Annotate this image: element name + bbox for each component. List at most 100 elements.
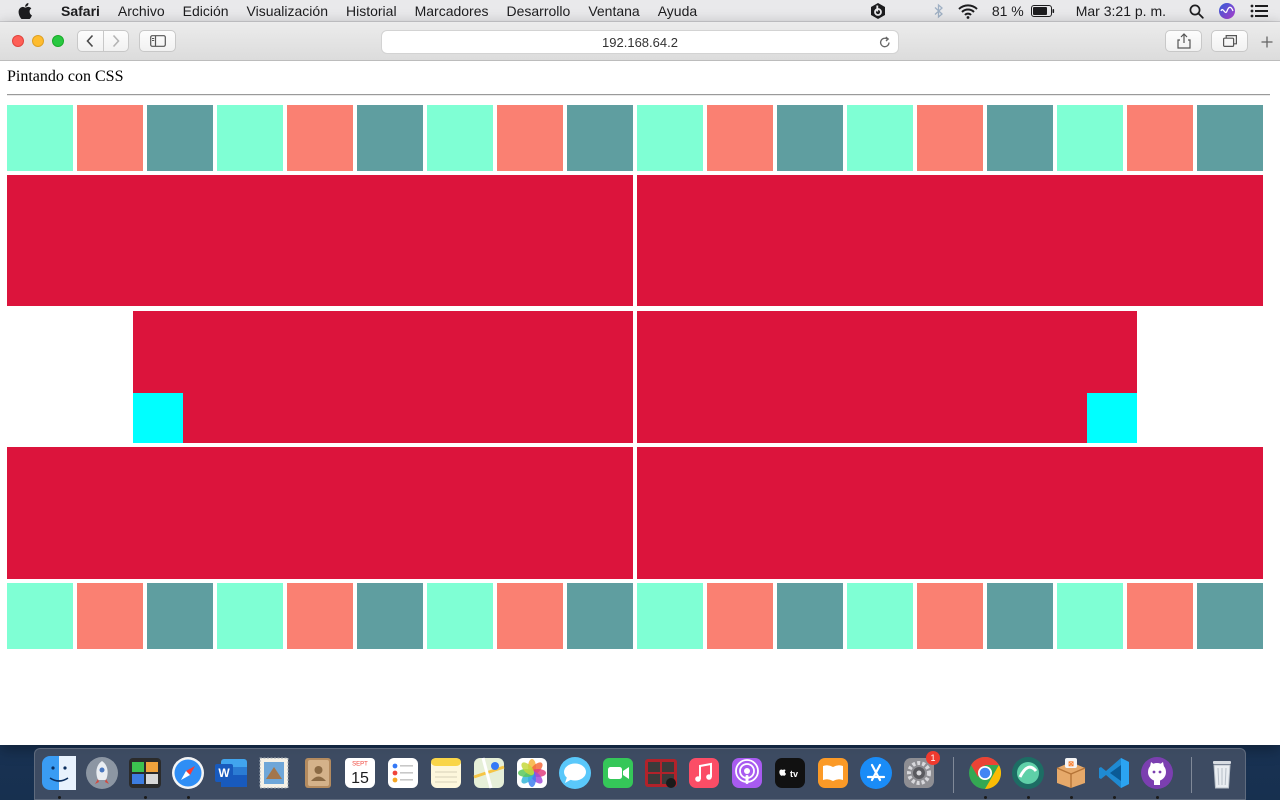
- reminders-icon: [388, 758, 418, 788]
- band-3-right-block: [637, 447, 1263, 579]
- new-tab-button[interactable]: [1257, 32, 1277, 52]
- status-app-hexagon-icon[interactable]: [869, 2, 887, 20]
- sidebar-toggle-button[interactable]: [139, 30, 176, 52]
- back-button[interactable]: [78, 31, 103, 51]
- siri-icon[interactable]: [1218, 2, 1236, 20]
- top-tile-cadetblue: [987, 105, 1053, 171]
- top-tile-cadetblue: [147, 105, 213, 171]
- dock-apple-tv[interactable]: tv: [771, 754, 809, 792]
- sidebar-icon: [149, 35, 166, 47]
- dock-app-store[interactable]: [857, 754, 895, 792]
- dock-vscode[interactable]: [1095, 754, 1133, 792]
- word-icon: W: [215, 759, 247, 787]
- reload-button[interactable]: [877, 34, 893, 50]
- multipass-icon: [1012, 757, 1044, 789]
- menu-edicion[interactable]: Edición: [174, 0, 238, 22]
- menubar-status-area: 81 % Mar 3:21 p. m.: [862, 0, 1280, 22]
- web-page: Pintando con CSS: [0, 61, 1280, 745]
- dock-xampp[interactable]: ⊠: [1052, 754, 1090, 792]
- dock-photo-booth[interactable]: [642, 754, 680, 792]
- wifi-icon[interactable]: [958, 3, 978, 19]
- dock-facetime[interactable]: [599, 754, 637, 792]
- photo-booth-icon: [645, 759, 677, 788]
- address-bar[interactable]: 192.168.64.2: [381, 30, 899, 54]
- dock-contacts[interactable]: [298, 754, 336, 792]
- safari-compass-icon: [172, 757, 204, 789]
- minimize-window-button[interactable]: [32, 35, 44, 47]
- dock-trash[interactable]: [1203, 754, 1241, 792]
- dock-notes[interactable]: [427, 754, 465, 792]
- dock-reminders[interactable]: [384, 754, 422, 792]
- dock-separator-trash: [1191, 757, 1192, 793]
- dock-photos[interactable]: [513, 754, 551, 792]
- address-text[interactable]: 192.168.64.2: [602, 35, 678, 50]
- bluetooth-icon[interactable]: [934, 3, 944, 19]
- activity-monitor-icon: [129, 758, 161, 788]
- menu-desarrollo[interactable]: Desarrollo: [498, 0, 580, 22]
- github-octocat-icon: [1141, 757, 1173, 789]
- dock-finder[interactable]: [40, 754, 78, 792]
- calendar-icon: SEPT 15: [345, 758, 375, 788]
- share-button[interactable]: [1165, 30, 1202, 52]
- podcasts-icon: [732, 758, 762, 788]
- dock-word[interactable]: W: [212, 754, 250, 792]
- page-heading: Pintando con CSS: [7, 68, 124, 85]
- svg-text:⊠: ⊠: [1068, 761, 1074, 768]
- running-indicator-xampp: [1070, 796, 1073, 799]
- facetime-camera-icon: [603, 758, 633, 788]
- menubar-clock[interactable]: Mar 3:21 p. m.: [1076, 3, 1166, 19]
- menu-archivo[interactable]: Archivo: [109, 0, 174, 22]
- dock-launchpad[interactable]: [83, 754, 121, 792]
- top-tile-salmon: [77, 105, 143, 171]
- page-divider: [7, 94, 1270, 96]
- dock-music[interactable]: [685, 754, 723, 792]
- fullscreen-window-button[interactable]: [52, 35, 64, 47]
- system-preferences-badge: 1: [926, 751, 940, 765]
- dock-mail[interactable]: [255, 754, 293, 792]
- dock-multipass[interactable]: [1009, 754, 1047, 792]
- dock-system-preferences[interactable]: 1: [900, 751, 940, 792]
- cyan-square-right: [1087, 393, 1137, 443]
- dock-calendar[interactable]: SEPT 15: [341, 754, 379, 792]
- forward-button[interactable]: [104, 31, 129, 51]
- top-tile-cadetblue: [567, 105, 633, 171]
- maps-icon: [473, 757, 505, 789]
- top-tile-aquamarine: [1057, 105, 1123, 171]
- running-indicator-finder: [58, 796, 61, 799]
- bottom-tile-salmon: [917, 583, 983, 649]
- apple-menu-icon[interactable]: [18, 2, 38, 19]
- menu-app-safari[interactable]: Safari: [52, 0, 109, 22]
- dock-github-desktop[interactable]: [1138, 754, 1176, 792]
- menu-ventana[interactable]: Ventana: [579, 0, 648, 22]
- battery-icon[interactable]: [1030, 5, 1055, 17]
- battery-percent: 81 %: [991, 3, 1024, 19]
- menu-ayuda[interactable]: Ayuda: [649, 0, 706, 22]
- bottom-tile-salmon: [497, 583, 563, 649]
- dock-activity-monitor[interactable]: [126, 754, 164, 792]
- spotlight-search-icon[interactable]: [1189, 4, 1204, 19]
- bottom-tile-cadetblue: [147, 583, 213, 649]
- top-tile-aquamarine: [847, 105, 913, 171]
- dock-books[interactable]: [814, 754, 852, 792]
- bottom-tile-salmon: [1127, 583, 1193, 649]
- show-tabs-button[interactable]: [1211, 30, 1248, 52]
- bottom-tile-aquamarine: [427, 583, 493, 649]
- top-tile-aquamarine: [7, 105, 73, 171]
- dock-chrome[interactable]: [966, 754, 1004, 792]
- mail-stamp-icon: [259, 757, 289, 789]
- notification-center-icon[interactable]: [1250, 4, 1268, 18]
- browser-toolbar: 192.168.64.2: [0, 22, 1280, 61]
- menu-marcadores[interactable]: Marcadores: [406, 0, 498, 22]
- menu-historial[interactable]: Historial: [337, 0, 406, 22]
- band-2-right-block: [637, 311, 1137, 443]
- dock-safari[interactable]: [169, 754, 207, 792]
- close-window-button[interactable]: [12, 35, 24, 47]
- menu-visualizacion[interactable]: Visualización: [238, 0, 337, 22]
- dock-podcasts[interactable]: [728, 754, 766, 792]
- safari-window: 192.168.64.2 Pintando con CSS: [0, 22, 1280, 745]
- bottom-tile-cadetblue: [1197, 583, 1263, 649]
- top-tile-salmon: [287, 105, 353, 171]
- share-icon: [1176, 33, 1191, 49]
- dock-maps[interactable]: [470, 754, 508, 792]
- dock-messages[interactable]: [556, 754, 594, 792]
